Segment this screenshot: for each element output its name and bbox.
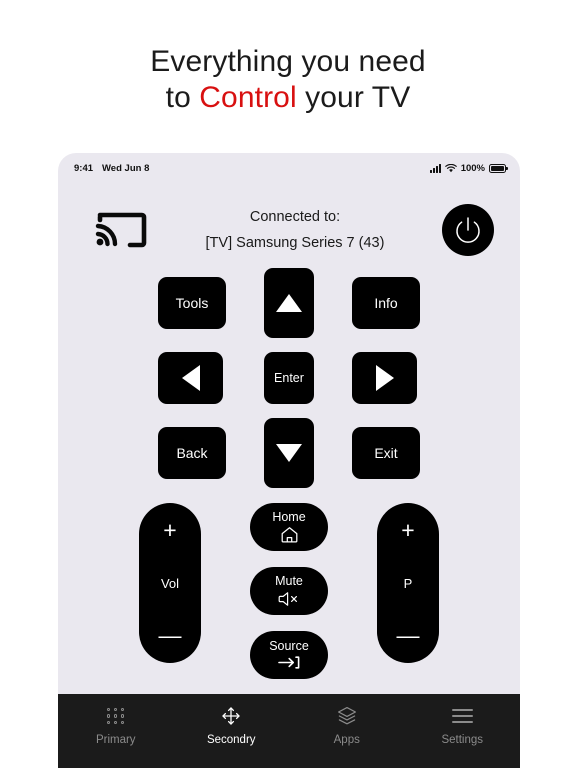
battery-percent-label: 100%	[460, 162, 485, 174]
page-title: Everything you need to Control your TV	[0, 44, 576, 116]
home-icon	[281, 527, 297, 543]
home-button[interactable]: Home	[250, 503, 328, 551]
dpad-right-button[interactable]	[352, 352, 417, 404]
volume-rocker[interactable]: + Vol —	[139, 503, 201, 663]
tools-button[interactable]: Tools	[158, 277, 226, 329]
connection-text: Connected to: [TV] Samsung Series 7 (43)	[148, 209, 442, 251]
tab-secondry-label: Secondry	[206, 734, 256, 746]
source-button[interactable]: Source	[250, 631, 328, 679]
dpad-down-button[interactable]	[264, 418, 314, 488]
source-label: Source	[269, 638, 309, 653]
enter-button[interactable]: Enter	[264, 352, 314, 404]
grid-dots-icon	[106, 705, 125, 727]
info-button[interactable]: Info	[352, 277, 420, 329]
left-arrow-icon	[181, 365, 200, 391]
tab-primary[interactable]: Primary	[58, 705, 174, 746]
status-date: Wed Jun 8	[102, 162, 150, 174]
status-bar: 9:41 Wed Jun 8 100%	[58, 153, 520, 179]
volume-up-label[interactable]: +	[163, 519, 176, 542]
up-arrow-icon	[276, 294, 302, 312]
volume-down-label[interactable]: —	[159, 624, 182, 647]
layers-icon	[336, 705, 358, 727]
tab-secondry[interactable]: Secondry	[174, 705, 290, 746]
program-label: P	[403, 575, 413, 591]
bottom-tab-bar: Primary Secondry Apps Settings	[58, 694, 520, 768]
wifi-icon	[444, 163, 457, 172]
headline-line-2: to Control your TV	[0, 80, 576, 116]
program-up-label[interactable]: +	[401, 519, 414, 542]
tab-settings-label: Settings	[441, 734, 484, 746]
program-down-label[interactable]: —	[397, 624, 420, 647]
headline-line-1: Everything you need	[150, 45, 426, 78]
connection-row: Connected to: [TV] Samsung Series 7 (43)	[58, 179, 520, 263]
phone-device-frame: 9:41 Wed Jun 8 100% Connected to: [TV] S…	[58, 153, 520, 768]
exit-button[interactable]: Exit	[352, 427, 420, 479]
headline-line2-pre: to	[165, 81, 200, 114]
hamburger-menu-icon	[451, 705, 473, 727]
middle-button-column: Home Mute Source	[250, 503, 328, 679]
status-bar-left: 9:41 Wed Jun 8	[74, 163, 149, 174]
home-label: Home	[272, 509, 306, 524]
back-button[interactable]: Back	[158, 427, 226, 479]
lower-controls: + Vol — Home Mute Source + P —	[139, 503, 439, 679]
battery-icon	[489, 163, 508, 173]
volume-label: Vol	[160, 575, 180, 591]
power-icon	[456, 217, 480, 243]
program-rocker[interactable]: + P —	[377, 503, 439, 663]
power-button[interactable]	[442, 204, 494, 256]
dpad-up-button[interactable]	[264, 268, 314, 338]
tab-apps-label: Apps	[333, 734, 360, 746]
tab-primary-label: Primary	[95, 734, 136, 746]
mute-button[interactable]: Mute	[250, 567, 328, 615]
mute-label: Mute	[275, 574, 303, 589]
connected-to-label: Connected to:	[249, 209, 341, 225]
down-arrow-icon	[276, 444, 302, 462]
cellular-signal-icon	[429, 163, 441, 173]
connected-device-name: [TV] Samsung Series 7 (43)	[205, 235, 385, 251]
status-bar-right: 100%	[429, 162, 508, 174]
status-time: 9:41	[74, 162, 94, 174]
headline-accent-word: Control	[199, 81, 297, 114]
mute-icon	[278, 591, 297, 606]
tab-apps[interactable]: Apps	[289, 705, 405, 746]
move-arrows-icon	[220, 705, 242, 727]
headline-line2-post: your TV	[296, 81, 411, 114]
right-arrow-icon	[375, 365, 394, 391]
dpad-left-button[interactable]	[158, 352, 223, 404]
dpad-grid: Tools Info Enter Back Exit	[158, 268, 420, 488]
source-input-icon	[278, 656, 300, 669]
tab-settings[interactable]: Settings	[405, 705, 521, 746]
cast-icon[interactable]	[94, 208, 148, 252]
